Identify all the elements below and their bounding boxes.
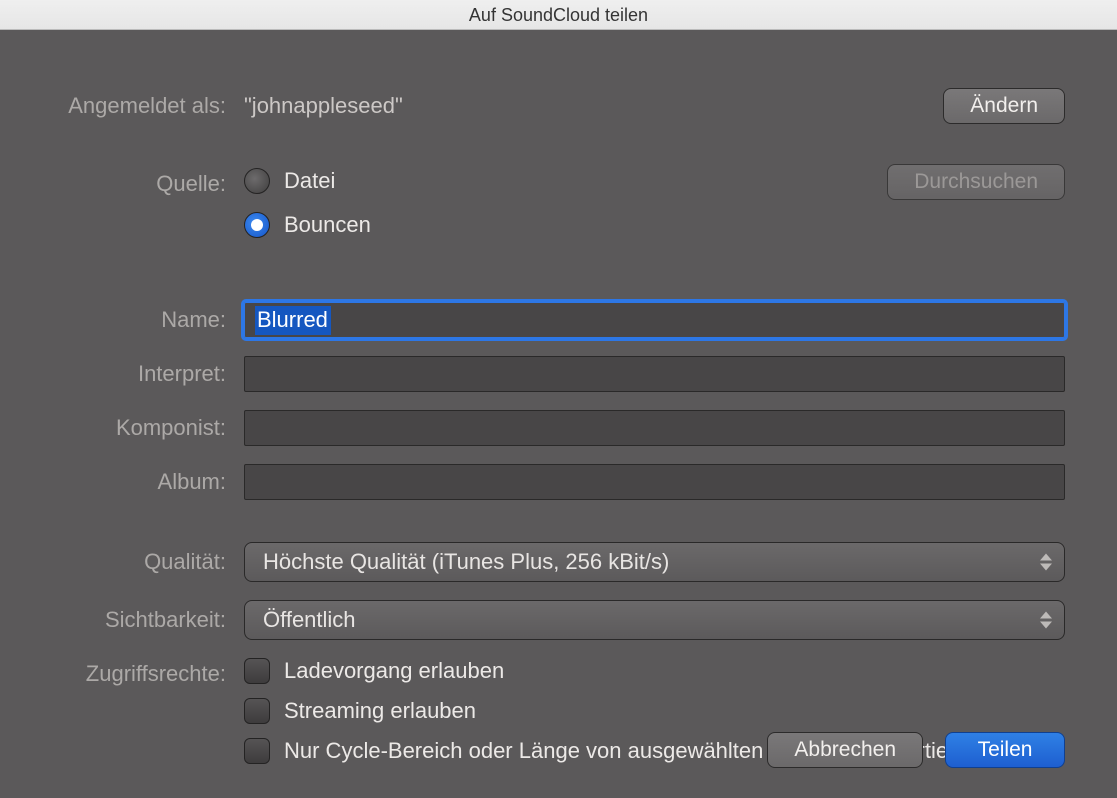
radio-icon: [244, 168, 270, 194]
browse-button[interactable]: Durchsuchen: [887, 164, 1065, 200]
album-input[interactable]: [244, 464, 1065, 500]
quality-select[interactable]: Höchste Qualität (iTunes Plus, 256 kBit/…: [244, 542, 1065, 582]
composer-input[interactable]: [244, 410, 1065, 446]
album-label: Album:: [52, 469, 230, 495]
browse-button-label: Durchsuchen: [914, 170, 1038, 194]
name-input[interactable]: Blurred: [244, 302, 1065, 338]
composer-label: Komponist:: [52, 415, 230, 441]
chevron-updown-icon: [1038, 554, 1054, 571]
visibility-select[interactable]: Öffentlich: [244, 600, 1065, 640]
share-dialog: Auf SoundCloud teilen Angemeldet als: "j…: [0, 0, 1117, 798]
access-streaming-checkbox[interactable]: Streaming erlauben: [244, 698, 1065, 724]
checkbox-icon: [244, 698, 270, 724]
source-radio-file[interactable]: Datei: [244, 168, 371, 194]
radio-label-bounce: Bouncen: [284, 212, 371, 238]
visibility-select-value: Öffentlich: [263, 607, 356, 632]
cancel-button-label: Abbrechen: [794, 738, 896, 762]
visibility-label: Sichtbarkeit:: [52, 607, 230, 633]
source-label: Quelle:: [52, 168, 230, 197]
name-input-value: Blurred: [255, 306, 331, 335]
radio-icon: [244, 212, 270, 238]
source-radio-bounce[interactable]: Bouncen: [244, 212, 371, 238]
interpret-input[interactable]: [244, 356, 1065, 392]
access-label: Zugriffsrechte:: [52, 658, 230, 687]
radio-label-file: Datei: [284, 168, 335, 194]
account-value: "johnappleseed": [244, 93, 403, 119]
share-button[interactable]: Teilen: [945, 732, 1065, 768]
name-label: Name:: [52, 307, 230, 333]
quality-select-value: Höchste Qualität (iTunes Plus, 256 kBit/…: [263, 549, 669, 574]
dialog-panel: Angemeldet als: "johnappleseed" Ändern Q…: [0, 30, 1117, 798]
account-label: Angemeldet als:: [52, 93, 230, 119]
checkbox-icon: [244, 738, 270, 764]
change-account-button-label: Ändern: [970, 94, 1038, 118]
access-download-checkbox[interactable]: Ladevorgang erlauben: [244, 658, 1065, 684]
quality-label: Qualität:: [52, 549, 230, 575]
change-account-button[interactable]: Ändern: [943, 88, 1065, 124]
cancel-button[interactable]: Abbrechen: [767, 732, 923, 768]
share-button-label: Teilen: [978, 738, 1033, 762]
window-title: Auf SoundCloud teilen: [0, 0, 1117, 30]
access-download-label: Ladevorgang erlauben: [284, 658, 504, 684]
access-streaming-label: Streaming erlauben: [284, 698, 476, 724]
chevron-updown-icon: [1038, 612, 1054, 629]
checkbox-icon: [244, 658, 270, 684]
interpret-label: Interpret:: [52, 361, 230, 387]
dialog-footer: Abbrechen Teilen: [767, 732, 1065, 768]
